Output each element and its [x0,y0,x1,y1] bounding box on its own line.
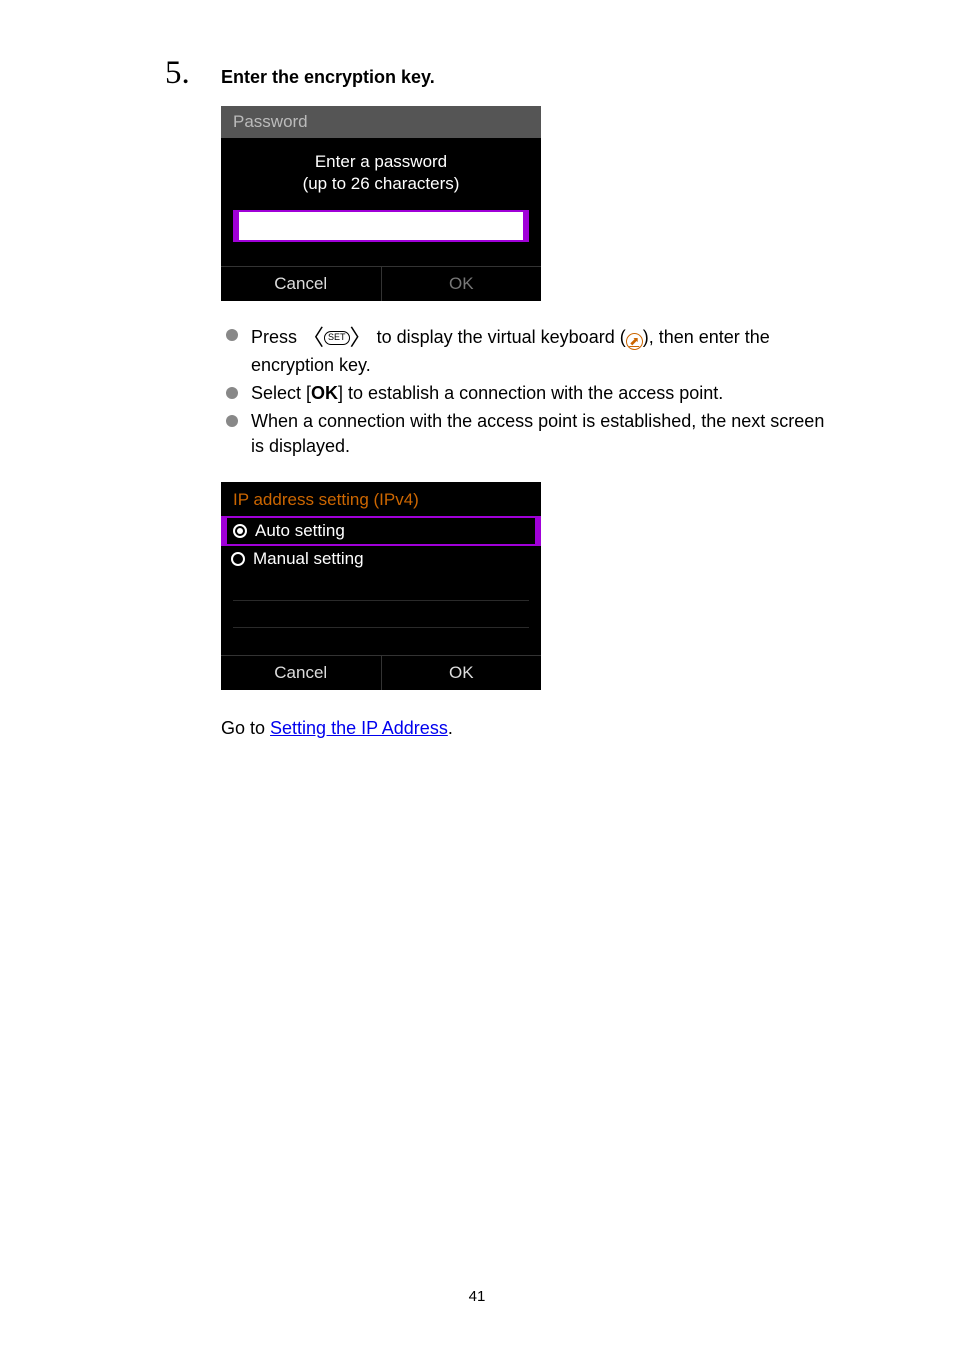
auto-setting-label: Auto setting [255,521,345,541]
instruction-item-2: Select [OK] to establish a connection wi… [221,381,834,405]
ip-title: IP address setting (IPv4) [221,482,541,516]
goto-line: Go to Setting the IP Address. [221,718,834,739]
ip-blank-row [233,601,529,628]
text: Press [251,327,302,347]
page-content: 5. Enter the encryption key. Password En… [0,0,954,739]
text: . [448,718,453,738]
password-screen: Password Enter a password (up to 26 char… [221,106,541,301]
instruction-item-1: Press 〈 SET 〉 to display the virtual key… [221,323,834,377]
ok-label-bold: OK [311,383,338,403]
cancel-button[interactable]: Cancel [221,267,381,301]
ok-button[interactable]: OK [381,267,542,301]
radio-unselected-icon [231,552,245,566]
angle-right-icon: 〉 [350,323,372,353]
password-prompt-2: (up to 26 characters) [233,174,529,194]
set-icon: SET [324,331,350,345]
instruction-list: Press 〈 SET 〉 to display the virtual key… [221,323,834,458]
password-button-row: Cancel OK [221,266,541,301]
text: Go to [221,718,270,738]
ip-blank-row [233,628,529,655]
text: ] to establish a connection with the acc… [338,383,723,403]
text: Select [ [251,383,311,403]
page-number: 41 [0,1288,954,1305]
keyboard-link-icon[interactable]: ⬈ [626,333,643,350]
password-input[interactable] [233,210,529,242]
step-number: 5. [165,55,221,92]
text: to display the virtual keyboard ( [377,327,626,347]
auto-setting-option[interactable]: Auto setting [221,516,541,546]
ip-blank-rows [221,572,541,655]
ok-button[interactable]: OK [381,656,542,690]
manual-setting-option[interactable]: Manual setting [221,546,541,572]
angle-left-icon: 〈 [302,323,324,353]
manual-setting-label: Manual setting [253,549,364,569]
setting-ip-address-link[interactable]: Setting the IP Address [270,718,448,738]
password-titlebar: Password [221,106,541,138]
radio-selected-icon [233,524,247,538]
set-button-ref: 〈 SET 〉 [302,323,372,353]
password-body: Enter a password (up to 26 characters) [221,138,541,242]
cancel-button[interactable]: Cancel [221,656,381,690]
step-title: Enter the encryption key. [221,67,435,88]
step-body: Password Enter a password (up to 26 char… [221,106,834,739]
password-prompt-1: Enter a password [233,152,529,172]
ip-blank-row [233,574,529,601]
instruction-item-3: When a connection with the access point … [221,409,834,458]
step-header: 5. Enter the encryption key. [165,55,834,92]
ip-button-row: Cancel OK [221,655,541,690]
ip-settings-screen: IP address setting (IPv4) Auto setting M… [221,482,541,690]
